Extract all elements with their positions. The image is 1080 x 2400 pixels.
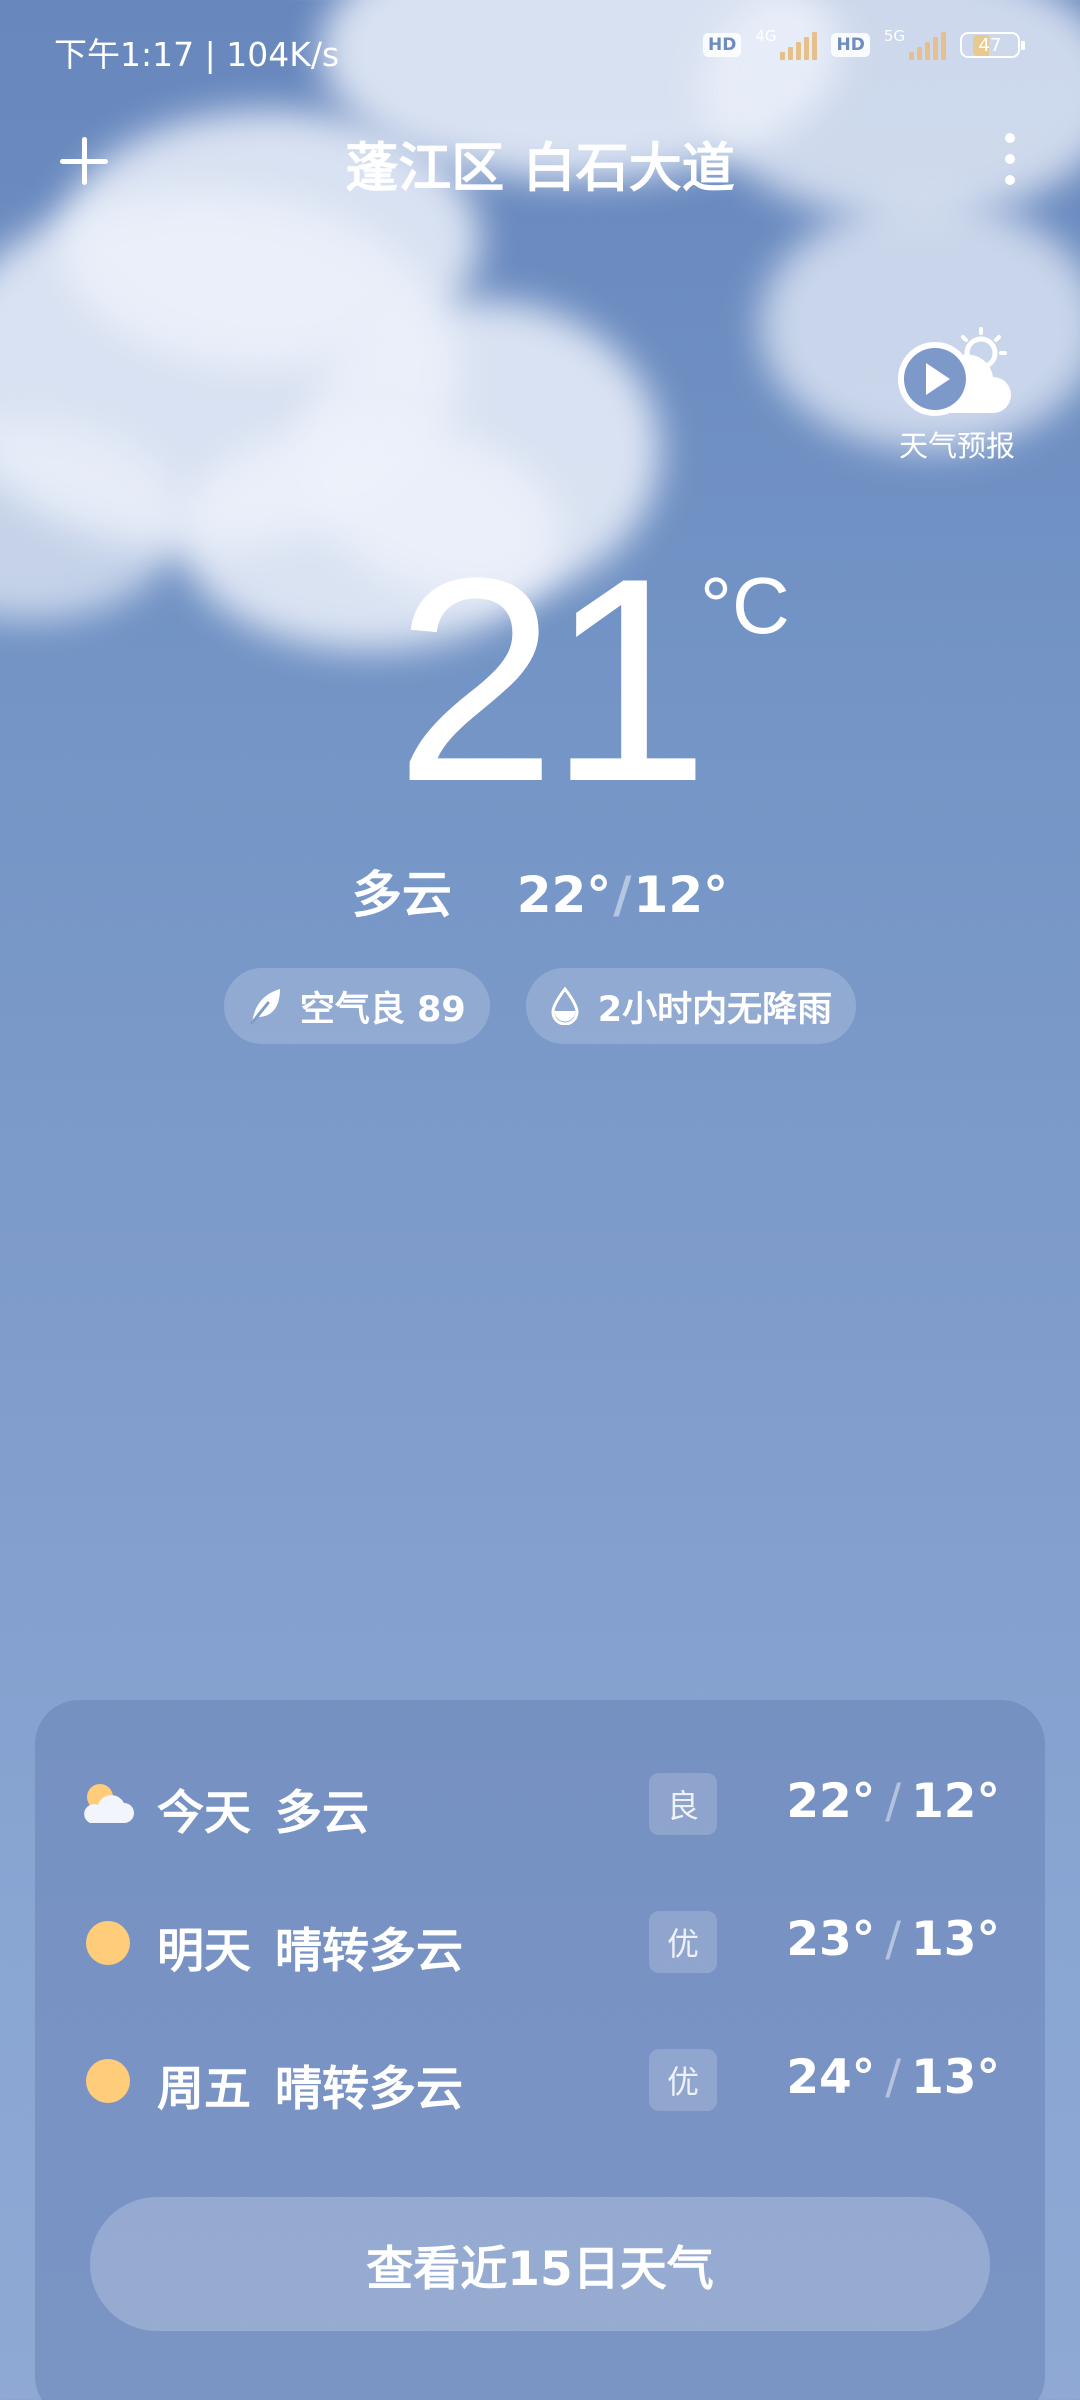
weather-forecast-label: 天气预报	[898, 429, 1015, 463]
hd-badge: HD	[702, 33, 742, 57]
aqi-badge: 优	[649, 2049, 717, 2111]
air-quality-pill[interactable]: 空气良 89	[223, 968, 490, 1044]
status-time: 下午1:17 | 104K/s	[54, 35, 340, 74]
network-type: 4G	[755, 27, 777, 45]
rain-forecast-pill[interactable]: 2小时内无降雨	[525, 968, 857, 1044]
top-bar: 蓬江区 白石大道	[0, 110, 1080, 210]
temperature-value: 21	[395, 518, 710, 842]
forecast-high: 23°	[786, 1912, 876, 1967]
forecast-high: 24°	[786, 2050, 876, 2105]
play-cloud-sun-icon	[898, 327, 1011, 416]
view-15-day-forecast-button[interactable]: 查看近15日天气	[90, 2197, 990, 2331]
forecast-row[interactable]: 明天 晴转多云 优 23°/13°	[35, 1888, 1045, 1998]
hd-badge: HD	[831, 33, 870, 57]
forecast-day: 周五	[157, 2062, 251, 2117]
forecast-condition: 多云	[275, 1786, 369, 1841]
signal-icon	[909, 30, 946, 60]
network-type: 5G	[883, 27, 905, 45]
raindrop-icon	[551, 987, 579, 1025]
forecast-high: 22°	[786, 1774, 876, 1829]
aqi-badge: 优	[649, 1911, 717, 1973]
location-title: 蓬江区 白石大道	[345, 138, 735, 199]
temperature-unit: °C	[700, 561, 790, 650]
rain-forecast-text: 2小时内无降雨	[597, 989, 833, 1030]
forecast-card: 今天 多云 良 22°/12° 明天 晴转多云 优 23°/13° 周五 晴转多云 优…	[35, 1700, 1045, 2400]
more-options-button[interactable]	[980, 124, 1040, 194]
leaf-icon	[250, 989, 280, 1025]
sun-icon	[80, 2053, 136, 2109]
info-pills: 空气良 89 2小时内无降雨	[0, 968, 1080, 1044]
current-temperature: 21 °C	[0, 530, 1080, 830]
battery-level: 47	[972, 34, 1008, 56]
status-bar: 下午1:17 | 104K/s HD 4G HD 5G 47	[0, 0, 1080, 100]
forecast-day: 明天	[157, 1924, 251, 1979]
forecast-low: 13°	[911, 1912, 1000, 1967]
aqi-badge: 良	[649, 1773, 717, 1835]
current-condition: 多云 22°/12°	[351, 866, 729, 924]
weather-forecast-video-button[interactable]: 天气预报	[892, 325, 1022, 465]
forecast-day: 今天	[157, 1786, 251, 1841]
air-quality-text: 空气良 89	[299, 989, 466, 1030]
forecast-low: 12°	[911, 1774, 1000, 1829]
forecast-row[interactable]: 今天 多云 良 22°/12°	[35, 1750, 1045, 1860]
forecast-condition: 晴转多云	[275, 1924, 463, 1979]
battery-icon: 47	[960, 32, 1025, 58]
status-indicators: HD 4G HD 5G 47	[702, 27, 1025, 60]
condition-text: 多云	[351, 866, 452, 924]
forecast-condition: 晴转多云	[275, 2062, 463, 2117]
today-high: 22°	[516, 866, 612, 924]
forecast-low: 13°	[911, 2050, 1000, 2105]
signal-icon	[780, 30, 818, 60]
forecast-row[interactable]: 周五 晴转多云 优 24°/13°	[35, 2026, 1045, 2136]
today-low: 12°	[633, 866, 729, 924]
partly-cloudy-icon	[80, 1777, 136, 1833]
sun-icon	[80, 1915, 136, 1971]
